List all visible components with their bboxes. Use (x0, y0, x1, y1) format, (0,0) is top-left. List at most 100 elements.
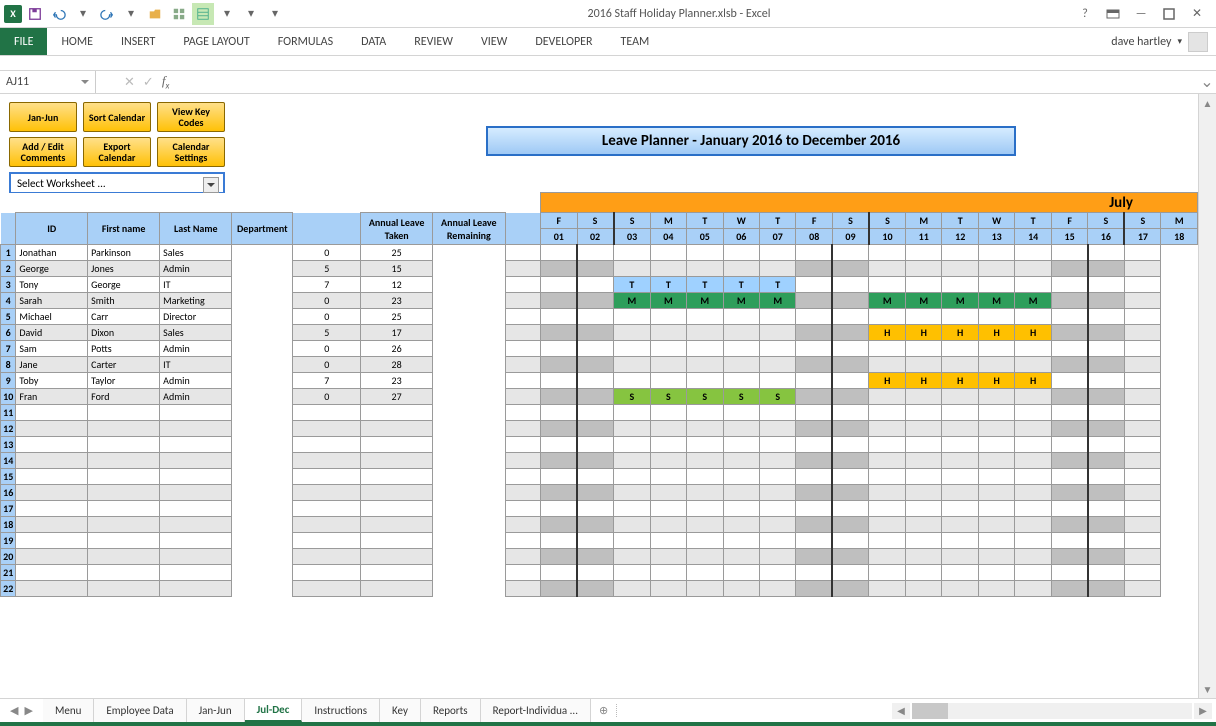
ribbon-tab-data[interactable]: DATA (347, 28, 400, 55)
day-cell[interactable] (796, 357, 832, 373)
file-tab[interactable]: FILE (0, 28, 47, 55)
cell-leave-taken[interactable]: 0 (293, 309, 361, 325)
sheet-tab-reports[interactable]: Reports (421, 699, 481, 722)
blank-row[interactable]: 18 (1, 517, 1198, 533)
day-cell[interactable] (832, 245, 869, 261)
day-cell[interactable] (1015, 341, 1051, 357)
day-cell[interactable] (541, 309, 577, 325)
day-cell[interactable] (906, 245, 942, 261)
cell-department[interactable]: Director (160, 309, 232, 325)
day-cell[interactable] (832, 261, 869, 277)
day-cell[interactable] (1124, 245, 1161, 261)
day-cell[interactable]: M (942, 293, 978, 309)
ribbon-display-icon[interactable] (1100, 3, 1126, 25)
day-cell[interactable] (1015, 261, 1051, 277)
cell-lastname[interactable]: Potts (88, 341, 160, 357)
day-cell[interactable] (796, 277, 832, 293)
worksheet-select[interactable]: Select Worksheet ... (9, 172, 225, 194)
day-cell[interactable] (796, 341, 832, 357)
day-cell[interactable] (906, 341, 942, 357)
day-cell[interactable] (1051, 357, 1087, 373)
day-cell[interactable] (796, 293, 832, 309)
day-cell[interactable] (577, 261, 614, 277)
blank-row[interactable]: 20 (1, 549, 1198, 565)
ribbon-tab-insert[interactable]: INSERT (107, 28, 169, 55)
day-cell[interactable] (1124, 277, 1161, 293)
day-cell[interactable] (832, 309, 869, 325)
day-cell[interactable] (832, 389, 869, 405)
cell-department[interactable]: Marketing (160, 293, 232, 309)
cell-lastname[interactable]: Parkinson (88, 245, 160, 261)
day-cell[interactable] (978, 309, 1014, 325)
cell-department[interactable]: Sales (160, 245, 232, 261)
day-cell[interactable]: H (869, 325, 906, 341)
day-cell[interactable] (1051, 389, 1087, 405)
name-box[interactable]: AJ11 (0, 71, 96, 93)
sort-calendar-button[interactable]: Sort Calendar (83, 102, 151, 132)
day-cell[interactable] (541, 293, 577, 309)
day-cell[interactable] (541, 341, 577, 357)
day-cell[interactable] (1051, 261, 1087, 277)
export-calendar-button[interactable]: Export Calendar (83, 137, 151, 167)
formula-input[interactable] (177, 71, 1198, 93)
calendar-grid[interactable]: JulyIDFirst nameLast NameDepartmentAnnua… (0, 192, 1198, 597)
day-cell[interactable] (1051, 309, 1087, 325)
save-icon[interactable] (24, 3, 46, 25)
day-cell[interactable] (577, 389, 614, 405)
sheet-tab-report-individua-[interactable]: Report-Individua ... (481, 699, 591, 722)
day-cell[interactable] (723, 261, 759, 277)
day-cell[interactable] (1088, 245, 1125, 261)
staff-row[interactable]: 4SarahSmithMarketing023MMMMMMMMMM (1, 293, 1198, 309)
day-cell[interactable]: S (723, 389, 759, 405)
day-cell[interactable]: H (906, 325, 942, 341)
day-cell[interactable] (906, 389, 942, 405)
day-cell[interactable]: H (942, 325, 978, 341)
minimize-icon[interactable]: — (1128, 3, 1154, 25)
day-cell[interactable] (687, 309, 723, 325)
blank-row[interactable]: 19 (1, 533, 1198, 549)
day-cell[interactable] (832, 293, 869, 309)
cell-lastname[interactable]: Carter (88, 357, 160, 373)
day-cell[interactable] (1124, 293, 1161, 309)
qat-custom1-icon[interactable] (168, 3, 190, 25)
cell-lastname[interactable]: Smith (88, 293, 160, 309)
cell-leave-remaining[interactable]: 23 (361, 293, 432, 309)
day-cell[interactable] (760, 245, 796, 261)
blank-row[interactable]: 21 (1, 565, 1198, 581)
day-cell[interactable]: M (906, 293, 942, 309)
cell-leave-taken[interactable]: 0 (293, 389, 361, 405)
cell-firstname[interactable]: Sam (16, 341, 88, 357)
day-cell[interactable]: S (650, 389, 686, 405)
blank-row[interactable]: 12 (1, 421, 1198, 437)
redo-icon[interactable] (96, 3, 118, 25)
day-cell[interactable]: M (978, 293, 1014, 309)
undo-dropdown-icon[interactable]: ▾ (72, 3, 94, 25)
ribbon-tab-page-layout[interactable]: PAGE LAYOUT (169, 28, 263, 55)
blank-row[interactable]: 13 (1, 437, 1198, 453)
blank-row[interactable]: 22 (1, 581, 1198, 597)
day-cell[interactable] (650, 261, 686, 277)
cell-lastname[interactable]: Taylor (88, 373, 160, 389)
day-cell[interactable] (760, 357, 796, 373)
day-cell[interactable] (1088, 389, 1125, 405)
day-cell[interactable] (1051, 373, 1087, 389)
cell-leave-taken[interactable]: 0 (293, 245, 361, 261)
day-cell[interactable] (1088, 261, 1125, 277)
janjun-button[interactable]: Jan-Jun (9, 102, 77, 132)
day-cell[interactable] (906, 277, 942, 293)
sheet-tab-key[interactable]: Key (380, 699, 421, 722)
day-cell[interactable] (687, 245, 723, 261)
cell-firstname[interactable]: Sarah (16, 293, 88, 309)
cell-firstname[interactable]: Toby (16, 373, 88, 389)
day-cell[interactable] (869, 277, 906, 293)
day-cell[interactable] (978, 389, 1014, 405)
cell-leave-taken[interactable]: 5 (293, 325, 361, 341)
cell-firstname[interactable]: Michael (16, 309, 88, 325)
day-cell[interactable] (505, 325, 540, 341)
day-cell[interactable] (760, 325, 796, 341)
day-cell[interactable] (505, 261, 540, 277)
day-cell[interactable] (796, 309, 832, 325)
cell-department[interactable]: Admin (160, 261, 232, 277)
cell-lastname[interactable]: George (88, 277, 160, 293)
cell-leave-remaining[interactable]: 15 (361, 261, 432, 277)
